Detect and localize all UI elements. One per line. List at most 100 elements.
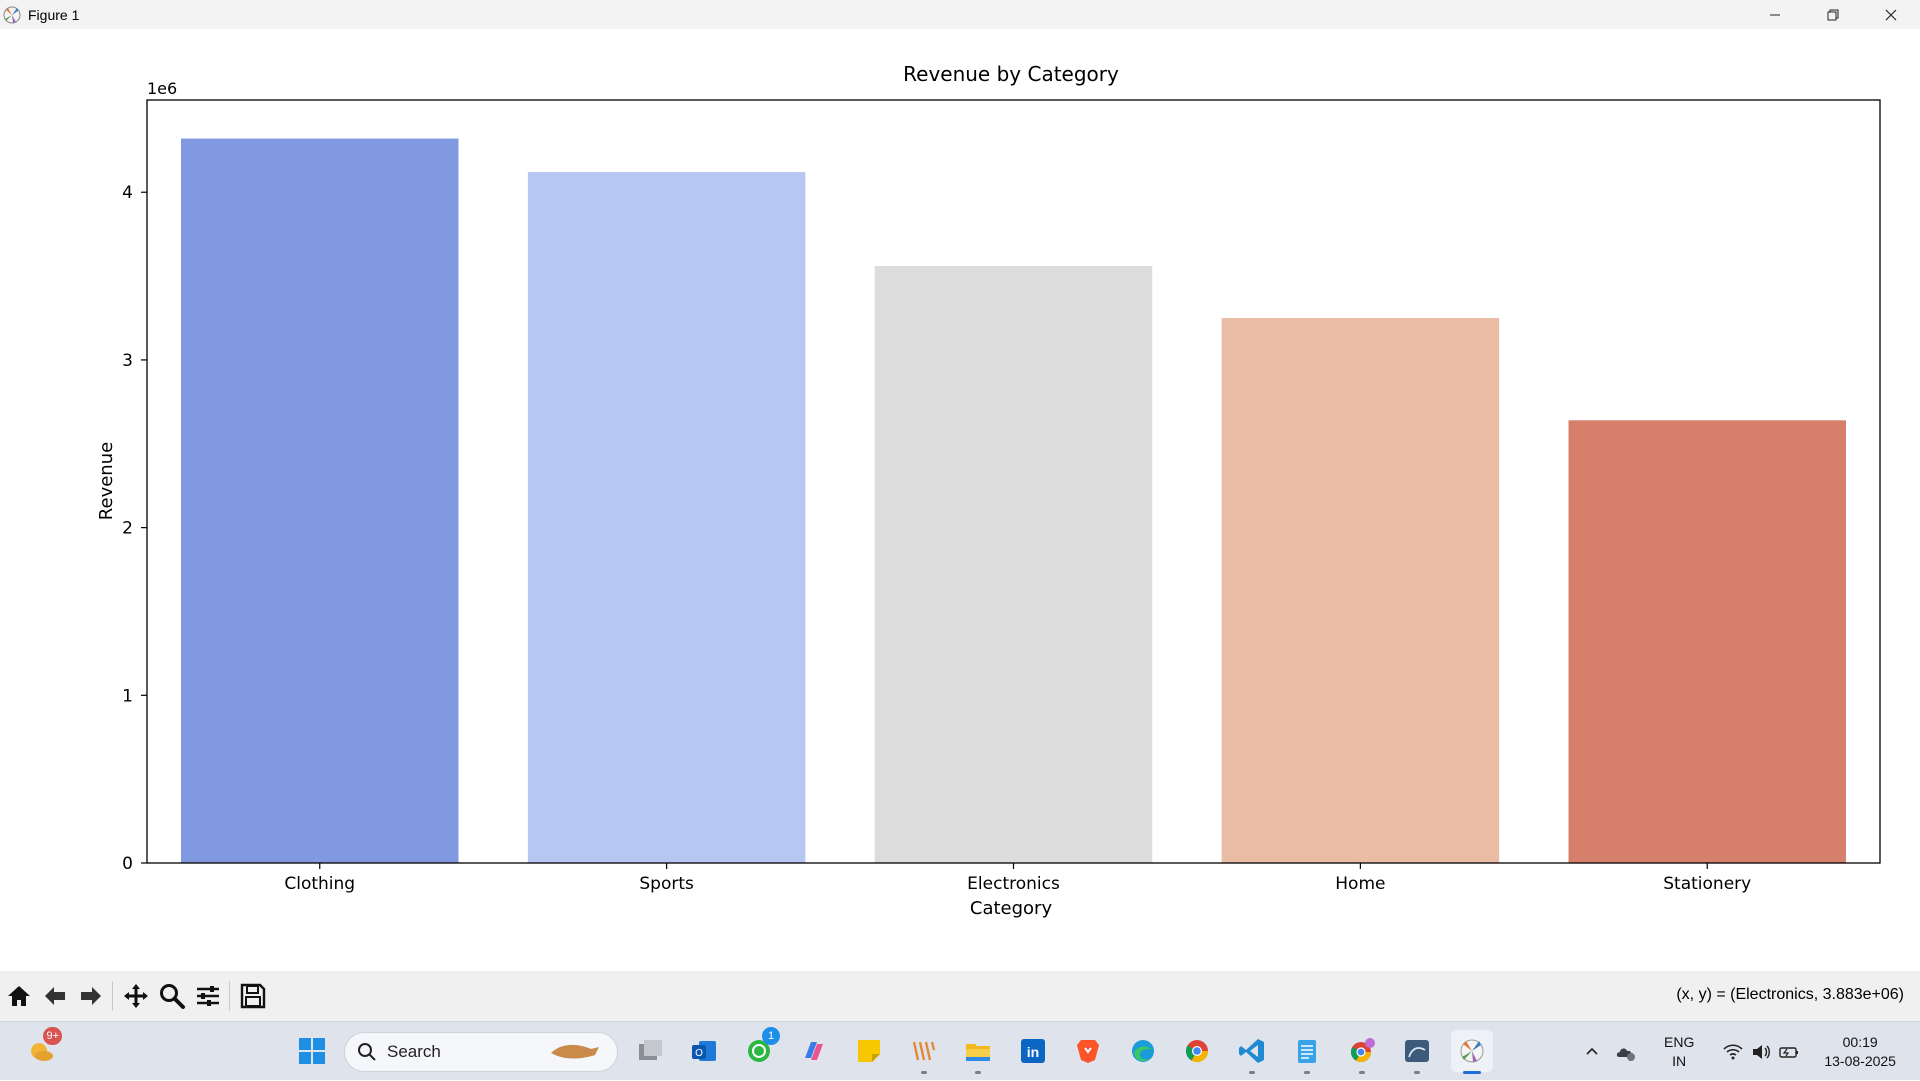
brave-icon bbox=[1077, 1040, 1099, 1063]
restore-icon bbox=[1827, 9, 1839, 20]
sticky-notes-icon bbox=[858, 1040, 880, 1062]
figure-canvas[interactable]: Revenue by Category 1e6 0 1 2 3 4 Clothing Sp… bbox=[0, 29, 1920, 971]
x-ticks-group: Clothing Sports Electronics Home Stationery bbox=[284, 863, 1751, 894]
battery-icon bbox=[1779, 1046, 1799, 1058]
y-tick-label: 3 bbox=[122, 351, 133, 371]
taskbar-notepad[interactable] bbox=[1286, 1030, 1328, 1074]
volume-icon bbox=[1753, 1044, 1771, 1059]
y-tick-label: 1 bbox=[122, 686, 133, 706]
pan-button[interactable] bbox=[119, 979, 153, 1013]
running-indicator bbox=[921, 1071, 927, 1074]
show-hidden-icons-button[interactable] bbox=[1576, 1031, 1608, 1073]
search-highlight-icon bbox=[551, 1044, 599, 1059]
edge-icon bbox=[1132, 1040, 1154, 1062]
y-ticks-group: 0 1 2 3 4 bbox=[122, 183, 147, 874]
outlook-icon: O bbox=[692, 1041, 716, 1061]
zoom-button[interactable] bbox=[155, 979, 189, 1013]
taskbar-chrome[interactable] bbox=[1176, 1030, 1218, 1072]
forward-icon bbox=[81, 987, 101, 1005]
mysql-workbench-icon bbox=[1405, 1040, 1429, 1062]
windows-start-icon bbox=[299, 1038, 325, 1064]
region-label: IN bbox=[1672, 1052, 1687, 1069]
language-indicator[interactable]: ENG IN bbox=[1664, 1033, 1694, 1071]
configure-subplots-button[interactable] bbox=[191, 979, 225, 1013]
x-tick-label: Electronics bbox=[967, 874, 1060, 894]
file-explorer-icon bbox=[966, 1044, 990, 1061]
close-icon bbox=[1885, 9, 1897, 20]
taskbar-file-explorer[interactable] bbox=[957, 1030, 999, 1074]
cloud-sync-icon bbox=[1616, 1047, 1635, 1061]
chevron-up-icon bbox=[1586, 1047, 1598, 1055]
bar-home bbox=[1221, 318, 1500, 863]
taskbar-linkedin[interactable]: in bbox=[1012, 1030, 1054, 1072]
x-tick-label: Clothing bbox=[284, 874, 355, 894]
taskbar-whatsapp[interactable]: 1 bbox=[738, 1027, 780, 1072]
clock-date: 13-08-2025 bbox=[1824, 1052, 1896, 1069]
back-button[interactable] bbox=[38, 979, 72, 1013]
configure-subplots-icon bbox=[197, 986, 219, 1006]
taskbar-chrome-profile[interactable] bbox=[1341, 1030, 1383, 1074]
task-view-icon bbox=[639, 1040, 662, 1060]
taskbar-outlook[interactable]: O bbox=[683, 1030, 725, 1072]
chrome-profile-icon bbox=[1350, 1038, 1375, 1062]
bar-clothing bbox=[181, 138, 459, 864]
taskbar-sticky-notes[interactable] bbox=[848, 1030, 890, 1072]
zoom-icon bbox=[160, 984, 185, 1009]
y-tick-label: 0 bbox=[122, 854, 133, 874]
x-tick-label: Home bbox=[1335, 874, 1385, 894]
home-button[interactable] bbox=[2, 979, 36, 1013]
minimize-button[interactable] bbox=[1746, 0, 1804, 29]
notepad-icon bbox=[1298, 1040, 1316, 1063]
running-indicator bbox=[1249, 1071, 1255, 1074]
save-button[interactable] bbox=[236, 979, 270, 1013]
start-button[interactable] bbox=[291, 1030, 333, 1072]
vscode-icon bbox=[1239, 1039, 1264, 1063]
forward-button[interactable] bbox=[74, 979, 108, 1013]
onedrive-button[interactable] bbox=[1608, 1031, 1644, 1073]
y-tick-label: 2 bbox=[122, 519, 133, 539]
close-button[interactable] bbox=[1862, 0, 1920, 29]
windows-taskbar: 9+ Search O 1 in ENG IN 00:19 13-08-2025 bbox=[0, 1021, 1920, 1080]
y-offset-label: 1e6 bbox=[147, 79, 177, 98]
linkedin-icon: in bbox=[1021, 1039, 1045, 1063]
taskbar-winamp[interactable] bbox=[903, 1030, 945, 1074]
bars-group bbox=[181, 138, 1846, 864]
winamp-icon bbox=[912, 1041, 936, 1061]
system-tray: ENG IN 00:19 13-08-2025 bbox=[1576, 1022, 1896, 1081]
window-titlebar: Figure 1 bbox=[0, 0, 1920, 29]
running-indicator bbox=[975, 1071, 981, 1074]
wifi-icon bbox=[1723, 1043, 1743, 1059]
y-axis-label: Revenue bbox=[96, 442, 117, 520]
chart-title: Revenue by Category bbox=[903, 62, 1119, 86]
minimize-icon bbox=[1770, 14, 1780, 15]
search-icon bbox=[358, 1043, 376, 1061]
bar-sports bbox=[527, 172, 806, 864]
taskbar-copilot[interactable] bbox=[793, 1030, 835, 1072]
bar-electronics bbox=[874, 266, 1153, 863]
taskbar-mysql-workbench[interactable] bbox=[1396, 1030, 1438, 1074]
taskbar-vscode[interactable] bbox=[1231, 1030, 1273, 1074]
bar-chart[interactable]: Revenue by Category 1e6 0 1 2 3 4 Clothing Sp… bbox=[0, 29, 1920, 971]
taskbar-python-figure[interactable] bbox=[1451, 1030, 1493, 1074]
language-label: ENG bbox=[1664, 1033, 1695, 1050]
taskbar-search[interactable]: Search bbox=[344, 1032, 618, 1072]
taskbar-task-view[interactable] bbox=[629, 1030, 671, 1072]
taskbar-brave[interactable] bbox=[1067, 1030, 1109, 1072]
restore-button[interactable] bbox=[1804, 0, 1862, 29]
weather-widget[interactable]: 9+ bbox=[20, 1027, 62, 1072]
active-indicator bbox=[1463, 1071, 1481, 1074]
toolbar-separator bbox=[112, 981, 113, 1011]
toolbar-separator bbox=[229, 981, 230, 1011]
clock-time: 00:19 bbox=[1842, 1033, 1878, 1050]
quick-settings-button[interactable] bbox=[1722, 1041, 1800, 1063]
x-axis-label: Category bbox=[970, 898, 1053, 919]
taskbar-edge[interactable] bbox=[1122, 1030, 1164, 1072]
running-indicator bbox=[1304, 1071, 1310, 1074]
whatsapp-badge: 1 bbox=[762, 1027, 780, 1045]
clock[interactable]: 00:19 13-08-2025 bbox=[1824, 1033, 1896, 1071]
window-controls bbox=[1746, 0, 1920, 29]
window-title: Figure 1 bbox=[28, 6, 80, 23]
x-tick-label: Stationery bbox=[1663, 874, 1751, 894]
y-tick-label: 4 bbox=[122, 183, 133, 203]
running-indicator bbox=[1414, 1071, 1420, 1074]
